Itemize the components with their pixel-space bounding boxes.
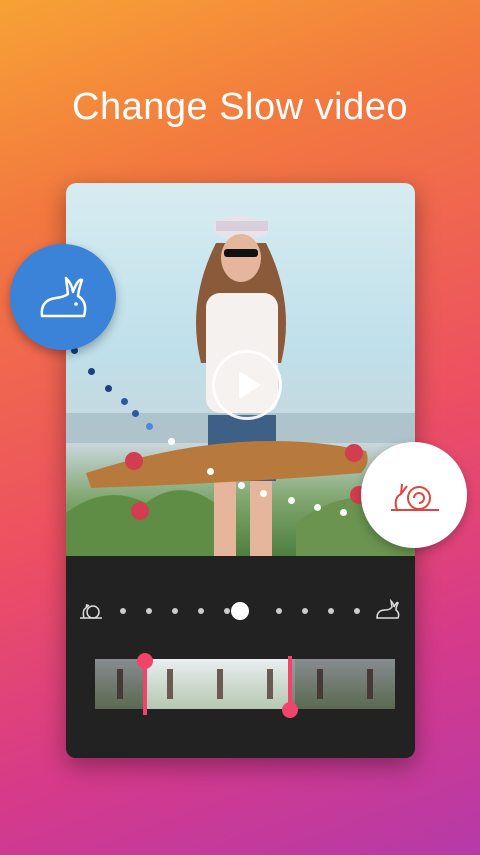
editor-controls <box>66 556 415 758</box>
path-dot <box>207 468 214 475</box>
phone-mockup <box>66 183 415 758</box>
path-dot <box>105 385 112 392</box>
path-dot <box>288 497 295 504</box>
trim-start-knob[interactable] <box>137 653 153 669</box>
slow-speed-bubble[interactable] <box>361 442 467 548</box>
film-dim-right <box>290 659 395 709</box>
film-dim-left <box>95 659 145 709</box>
rabbit-icon <box>40 276 87 318</box>
path-dot <box>88 368 95 375</box>
path-dot <box>146 423 153 430</box>
path-dot <box>168 438 175 445</box>
fast-speed-bubble[interactable] <box>10 244 116 350</box>
speed-step[interactable] <box>120 608 126 614</box>
path-dot <box>260 490 267 497</box>
speed-step[interactable] <box>146 608 152 614</box>
path-dot <box>121 398 128 405</box>
snail-icon <box>391 483 439 511</box>
trim-end-knob[interactable] <box>282 702 298 718</box>
headline: Change Slow video <box>72 86 408 128</box>
speed-slider-thumb[interactable] <box>231 602 249 620</box>
speed-step[interactable] <box>198 608 204 614</box>
speed-step[interactable] <box>224 608 230 614</box>
snail-icon <box>80 603 102 619</box>
path-dot <box>340 509 347 516</box>
play-button[interactable] <box>212 350 282 420</box>
speed-step[interactable] <box>172 608 178 614</box>
path-dot <box>314 504 321 511</box>
speed-slider[interactable] <box>66 596 415 626</box>
path-dot <box>238 482 245 489</box>
speed-step[interactable] <box>354 608 360 614</box>
play-icon <box>239 371 261 399</box>
path-dot <box>132 410 139 417</box>
speed-step[interactable] <box>302 608 308 614</box>
speed-step[interactable] <box>328 608 334 614</box>
rabbit-icon <box>376 599 400 619</box>
speed-step[interactable] <box>276 608 282 614</box>
